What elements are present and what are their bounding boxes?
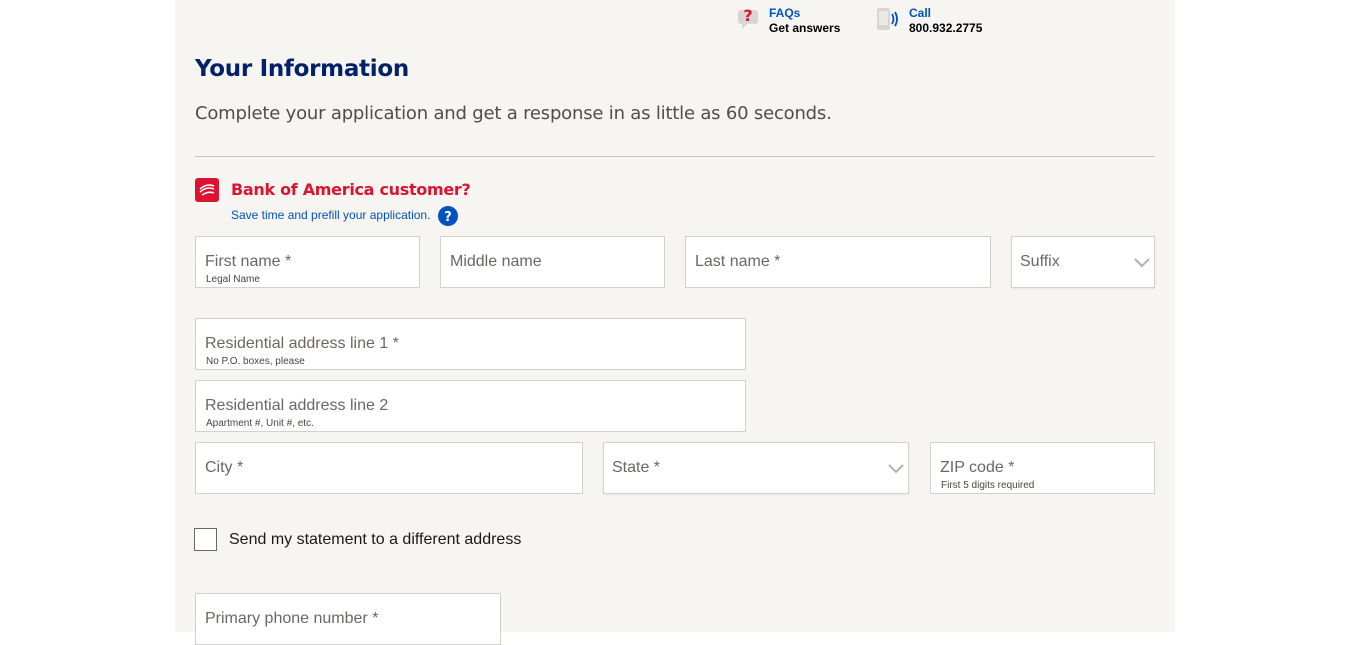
last-name-field[interactable]: Last name * — [685, 236, 991, 288]
zip-hint: First 5 digits required — [941, 480, 1035, 491]
faq-subtext: Get answers — [769, 21, 841, 35]
suffix-placeholder: Suffix — [1020, 253, 1060, 270]
question-bubble-icon: ? — [738, 6, 758, 29]
primary-phone-field[interactable]: Primary phone number * — [195, 593, 501, 645]
first-name-field[interactable]: First name * Legal Name — [195, 236, 420, 288]
application-panel: ? FAQs Get answers Call 800.932.2775 You… — [175, 0, 1175, 645]
suffix-select[interactable]: Suffix — [1011, 236, 1155, 288]
city-field[interactable]: City * — [195, 442, 583, 494]
address-line2-hint: Apartment #, Unit #, etc. — [206, 418, 314, 429]
zip-field[interactable]: ZIP code * First 5 digits required — [930, 442, 1155, 494]
address-line1-hint: No P.O. boxes, please — [206, 356, 305, 367]
first-name-hint: Legal Name — [206, 274, 260, 285]
different-address-checkbox[interactable] — [194, 528, 217, 551]
primary-phone-placeholder: Primary phone number * — [205, 610, 379, 627]
address-line2-field[interactable]: Residential address line 2 Apartment #, … — [195, 380, 746, 432]
divider — [195, 156, 1155, 157]
faq-link-label[interactable]: FAQs — [769, 6, 840, 21]
svg-text:?: ? — [444, 210, 452, 225]
middle-name-field[interactable]: Middle name — [440, 236, 665, 288]
middle-name-placeholder: Middle name — [450, 253, 542, 270]
first-name-placeholder: First name * — [205, 253, 292, 270]
zip-placeholder: ZIP code * — [940, 459, 1015, 476]
chevron-down-icon — [888, 464, 904, 474]
call-phone-number: 800.932.2775 — [909, 21, 983, 35]
question-circle-icon[interactable]: ? — [438, 206, 458, 226]
call-link[interactable]: Call 800.932.2775 — [875, 6, 982, 36]
faq-link[interactable]: ? FAQs Get answers — [737, 6, 840, 36]
prefill-link[interactable]: Save time and prefill your application. — [231, 208, 430, 222]
intro-text: Complete your application and get a resp… — [195, 103, 832, 124]
address-line1-field[interactable]: Residential address line 1 * No P.O. box… — [195, 318, 746, 370]
address-line2-placeholder: Residential address line 2 — [205, 397, 389, 414]
customer-heading: Bank of America customer? — [231, 180, 471, 199]
different-address-label[interactable]: Send my statement to a different address — [229, 531, 521, 549]
city-placeholder: City * — [205, 459, 244, 476]
boa-flag-icon — [195, 178, 219, 202]
phone-icon — [877, 8, 898, 30]
address-line1-placeholder: Residential address line 1 * — [205, 335, 399, 352]
chevron-down-icon — [1134, 258, 1150, 268]
state-select[interactable]: State * — [603, 442, 909, 494]
page-title: Your Information — [195, 56, 409, 82]
svg-text:?: ? — [743, 6, 752, 25]
call-link-label[interactable]: Call — [909, 6, 982, 21]
state-placeholder: State * — [612, 459, 661, 476]
last-name-placeholder: Last name * — [695, 253, 781, 270]
